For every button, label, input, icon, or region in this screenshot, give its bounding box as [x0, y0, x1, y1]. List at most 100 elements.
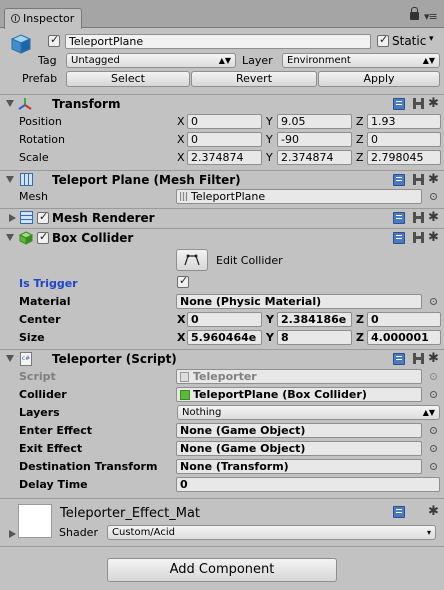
object-picker-icon[interactable] [430, 391, 437, 398]
help-book-icon[interactable] [393, 98, 405, 110]
name-field[interactable]: TeleportPlane [65, 34, 371, 49]
apply-button[interactable]: Apply [318, 71, 440, 87]
teleporter-header[interactable]: c# Teleporter (Script) ✱ [0, 349, 444, 368]
collider-label: Collider [19, 388, 67, 401]
fold-arrow-icon[interactable] [6, 234, 14, 241]
help-book-icon[interactable] [393, 232, 405, 244]
center-y-field[interactable]: 2.384186e [277, 312, 352, 327]
layer-label: Layer [242, 54, 273, 67]
fold-arrow-icon[interactable] [9, 214, 16, 222]
preset-icon[interactable] [413, 353, 424, 364]
y-label: Y [266, 313, 274, 326]
material-preview[interactable] [18, 504, 52, 538]
scale-z-field[interactable]: 2.798045 [367, 150, 441, 165]
z-label: Z [356, 331, 364, 344]
z-label: Z [356, 151, 364, 164]
center-x-field[interactable]: 0 [187, 312, 262, 327]
destination-field[interactable]: None (Transform) [176, 459, 422, 474]
scale-x-field[interactable]: 2.374874 [187, 150, 262, 165]
position-y-field[interactable]: 9.05 [277, 114, 352, 129]
script-value: Teleporter [193, 370, 257, 383]
gear-icon[interactable]: ✱ [428, 97, 439, 110]
help-book-icon[interactable] [393, 174, 405, 186]
transform-header[interactable]: Transform ✱ [0, 94, 444, 113]
fold-arrow-icon[interactable] [6, 176, 14, 183]
size-label: Size [19, 331, 45, 344]
x-label: X [177, 133, 185, 146]
z-label: Z [356, 313, 364, 326]
preset-icon[interactable] [413, 212, 424, 223]
divider [0, 498, 444, 499]
layer-dropdown[interactable]: Environment ▲▼ [282, 53, 440, 68]
size-y-field[interactable]: 8 [277, 330, 352, 345]
static-checkbox[interactable] [377, 33, 389, 47]
delay-time-field[interactable]: 0 [176, 477, 440, 492]
help-book-icon[interactable] [393, 506, 405, 518]
gear-icon[interactable]: ✱ [428, 173, 439, 186]
mesh-filter-header[interactable]: Teleport Plane (Mesh Filter) ✱ [0, 170, 444, 189]
help-book-icon[interactable] [393, 212, 405, 224]
scale-y-field[interactable]: 2.374874 [277, 150, 352, 165]
z-label: Z [356, 115, 364, 128]
preset-icon[interactable] [413, 174, 424, 185]
tag-label: Tag [38, 54, 57, 67]
mesh-filter-title: Teleport Plane (Mesh Filter) [52, 173, 241, 187]
position-x-field[interactable]: 0 [187, 114, 262, 129]
center-z-field[interactable]: 0 [367, 312, 441, 327]
lock-icon[interactable] [410, 7, 419, 20]
static-label: Static [392, 34, 427, 48]
shader-dropdown[interactable]: Custom/Acid ▾ [107, 525, 436, 540]
material-field[interactable]: None (Physic Material) [176, 294, 422, 309]
gear-icon[interactable]: ✱ [428, 211, 439, 224]
box-collider-header[interactable]: Box Collider ✱ [0, 228, 444, 247]
gear-icon[interactable]: ✱ [428, 231, 439, 244]
rotation-y-field[interactable]: -90 [277, 132, 352, 147]
is-trigger-checkbox[interactable] [177, 274, 189, 288]
object-picker-icon[interactable] [430, 463, 437, 470]
y-label: Y [266, 133, 273, 146]
preset-icon[interactable] [413, 98, 424, 109]
size-x-field[interactable]: 5.960464e [187, 330, 262, 345]
size-z-field[interactable]: 4.000001 [367, 330, 441, 345]
fold-arrow-icon[interactable] [6, 100, 14, 107]
object-picker-icon[interactable] [430, 427, 437, 434]
layers-dropdown[interactable]: Nothing ▲▼ [177, 405, 440, 420]
menu-icon[interactable]: ▾≡ [424, 10, 438, 23]
active-checkbox[interactable] [48, 33, 60, 47]
y-label: Y [266, 115, 273, 128]
gear-icon[interactable]: ✱ [428, 352, 439, 365]
script-asset-icon [180, 372, 189, 382]
static-dropdown-icon[interactable]: ▾ [429, 34, 434, 44]
material-name: Teleporter_Effect_Mat [60, 506, 201, 521]
info-icon [11, 14, 20, 23]
preset-icon[interactable] [413, 232, 424, 243]
object-picker-icon[interactable] [430, 445, 437, 452]
mesh-renderer-checkbox[interactable] [37, 210, 49, 224]
rotation-x-field[interactable]: 0 [187, 132, 262, 147]
position-z-field[interactable]: 1.93 [367, 114, 441, 129]
prefab-label: Prefab [22, 72, 58, 85]
rotation-z-field[interactable]: 0 [367, 132, 441, 147]
fold-arrow-icon[interactable] [9, 530, 16, 538]
enter-effect-field[interactable]: None (Game Object) [176, 423, 422, 438]
add-component-button[interactable]: Add Component [107, 558, 337, 582]
edit-collider-button[interactable] [176, 249, 208, 271]
object-picker-icon[interactable] [430, 298, 437, 305]
y-label: Y [266, 331, 274, 344]
rotation-label: Rotation [19, 133, 66, 146]
fold-arrow-icon[interactable] [6, 355, 14, 362]
mesh-field[interactable]: TeleportPlane [176, 189, 422, 204]
box-collider-checkbox[interactable] [37, 230, 49, 244]
mesh-label: Mesh [19, 190, 48, 203]
select-button[interactable]: Select [66, 71, 190, 87]
collider-field[interactable]: TeleportPlane (Box Collider) [176, 387, 422, 402]
tag-dropdown[interactable]: Untagged ▲▼ [66, 53, 236, 68]
gear-icon[interactable]: ✱ [428, 505, 439, 518]
exit-effect-field[interactable]: None (Game Object) [176, 441, 422, 456]
box-collider-title: Box Collider [52, 231, 134, 245]
help-book-icon[interactable] [393, 353, 405, 365]
mesh-renderer-header[interactable]: Mesh Renderer ✱ [0, 208, 444, 227]
object-picker-icon[interactable] [430, 193, 437, 200]
revert-button[interactable]: Revert [191, 71, 317, 87]
tab-inspector[interactable]: Inspector [4, 8, 82, 29]
